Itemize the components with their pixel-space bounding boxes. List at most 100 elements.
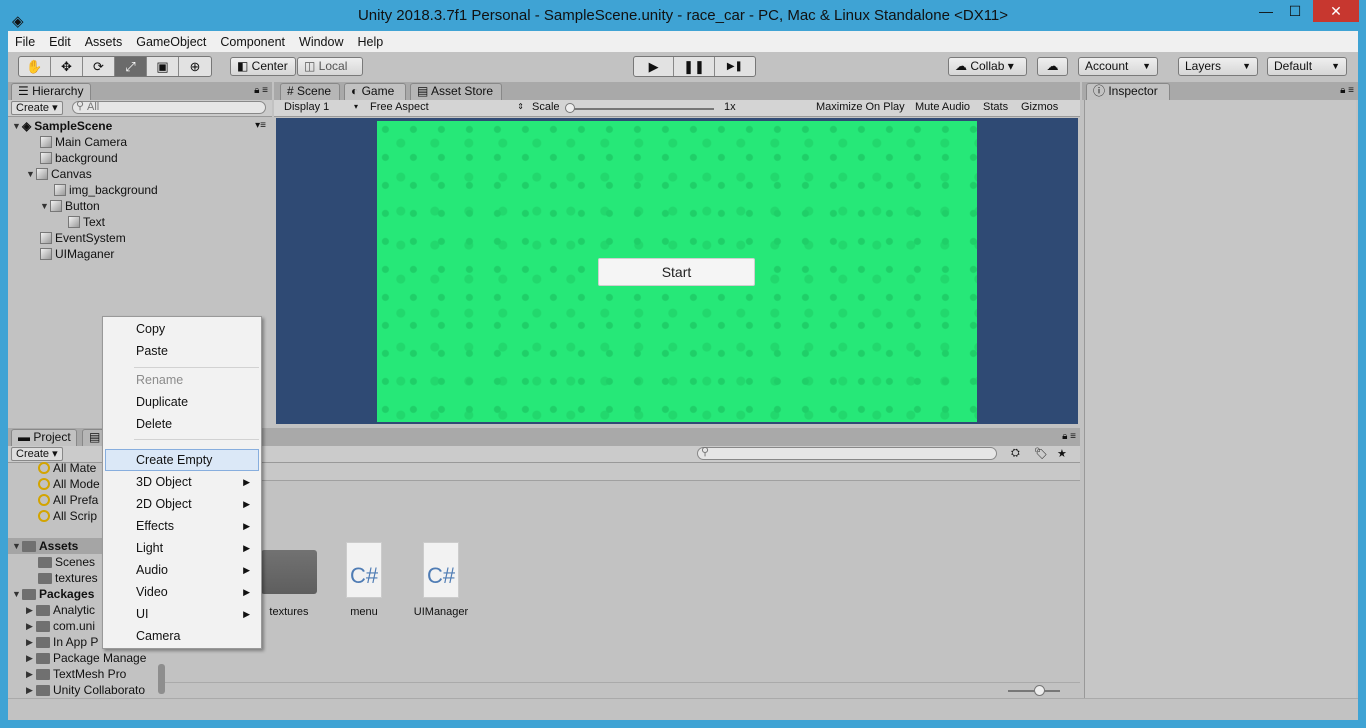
close-button[interactable]: ✕ [1313, 0, 1359, 22]
menu-gameobject[interactable]: GameObject [129, 35, 213, 49]
menu-component[interactable]: Component [213, 35, 292, 49]
asset-folder-textures[interactable]: textures [258, 550, 320, 618]
display-dropdown[interactable]: Display 1 ▾ [280, 101, 360, 115]
menu-edit[interactable]: Edit [42, 35, 78, 49]
asset-script-menu[interactable]: C# menu [334, 542, 394, 618]
menu-help[interactable]: Help [350, 35, 390, 49]
collapse-arrow-icon[interactable]: ▶ [26, 634, 36, 650]
scene-row[interactable]: ▼ ◈ SampleScene ▾≡ [12, 118, 270, 134]
favorite-item[interactable]: All Prefa [38, 492, 98, 508]
expand-arrow-icon[interactable]: ▼ [26, 166, 36, 182]
step-button[interactable]: ▶❚ [715, 57, 755, 76]
stats-toggle[interactable]: Stats [983, 101, 1008, 113]
asset-folder-item[interactable]: textures [38, 570, 98, 586]
expand-arrow-icon[interactable]: ▼ [12, 538, 22, 554]
menu-assets[interactable]: Assets [78, 35, 130, 49]
scene-options-icon[interactable]: ▾≡ [255, 118, 266, 134]
hand-tool-icon[interactable]: ✋ [19, 57, 51, 76]
hierarchy-item[interactable]: ▼ Canvas [26, 166, 92, 182]
layout-dropdown[interactable]: Default ▼ [1267, 57, 1347, 76]
menu-item-ui[interactable]: UI ▶ [105, 603, 259, 625]
rect-tool-icon[interactable]: ▣ [147, 57, 179, 76]
hierarchy-item[interactable]: background [40, 150, 118, 166]
pivot-toggle[interactable]: ◧ Center [230, 57, 296, 76]
menu-item-delete[interactable]: Delete [105, 413, 259, 435]
lock-icon[interactable]: 🔒︎ ≡ [254, 85, 268, 96]
hierarchy-item[interactable]: ▼ Button [40, 198, 100, 214]
icon-size-slider-handle[interactable] [1034, 685, 1045, 696]
cloud-button[interactable]: ☁ [1037, 57, 1068, 76]
account-dropdown[interactable]: Account ▼ [1078, 57, 1158, 76]
menu-item-copy[interactable]: Copy [105, 318, 259, 340]
hierarchy-item[interactable]: Main Camera [40, 134, 127, 150]
lock-icon[interactable]: 🔒︎ ≡ [1062, 431, 1076, 442]
transform-tool-icon[interactable]: ⊕ [179, 57, 211, 76]
menu-item-paste[interactable]: Paste [105, 340, 259, 362]
menu-window[interactable]: Window [292, 35, 350, 49]
hierarchy-item[interactable]: img_background [54, 182, 158, 198]
pause-button[interactable]: ❚❚ [674, 57, 715, 76]
tab-scene[interactable]: # Scene [280, 83, 340, 100]
collapse-arrow-icon[interactable]: ▶ [26, 602, 36, 618]
menu-item-duplicate[interactable]: Duplicate [105, 391, 259, 413]
tab-asset-store[interactable]: ▤ Asset Store [410, 83, 502, 100]
collab-button[interactable]: ☁ Collab ▾ [948, 57, 1027, 76]
filter-type-icon[interactable]: ⛭ [1011, 447, 1020, 460]
scale-slider-track[interactable] [568, 108, 714, 110]
menu-item-light[interactable]: Light ▶ [105, 537, 259, 559]
project-search-input[interactable]: ⚲ [697, 447, 997, 460]
tab-hierarchy[interactable]: ☰ Hierarchy [11, 83, 91, 100]
favorite-item[interactable]: All Mode [38, 476, 100, 492]
expand-arrow-icon[interactable]: ▼ [40, 198, 50, 214]
package-item[interactable]: ▶ TextMesh Pro [26, 666, 126, 682]
packages-folder[interactable]: ▼ Packages [12, 586, 94, 602]
tab-inspector[interactable]: ⓘ Inspector [1086, 83, 1170, 100]
package-item[interactable]: ▶ com.uni [26, 618, 95, 634]
expand-arrow-icon[interactable]: ▼ [12, 586, 22, 602]
hierarchy-search-input[interactable]: ⚲ All [72, 101, 266, 114]
asset-folder-item[interactable]: Scenes [38, 554, 95, 570]
expand-arrow-icon[interactable]: ▼ [12, 118, 22, 134]
tree-scrollbar[interactable] [158, 664, 165, 694]
hierarchy-create-button[interactable]: Create ▾ [11, 101, 63, 115]
asset-script-uimanager[interactable]: C# UIManager [406, 542, 476, 618]
package-item[interactable]: ▶ Analytic [26, 602, 95, 618]
space-toggle[interactable]: ◫ Local [297, 57, 363, 76]
start-button[interactable]: Start [598, 258, 755, 286]
minimize-button[interactable]: — [1250, 0, 1282, 22]
package-item[interactable]: ▶ Unity Collaborato [26, 682, 145, 698]
project-create-button[interactable]: Create ▾ [11, 447, 63, 461]
rotate-tool-icon[interactable]: ⟳ [83, 57, 115, 76]
maximize-button[interactable]: ☐ [1279, 0, 1311, 22]
hierarchy-item[interactable]: Text [68, 214, 105, 230]
collapse-arrow-icon[interactable]: ▶ [26, 682, 36, 698]
menu-item-effects[interactable]: Effects ▶ [105, 515, 259, 537]
favorite-item[interactable]: All Mate [38, 460, 96, 476]
star-icon[interactable]: ★ [1057, 447, 1067, 460]
play-button[interactable]: ▶ [634, 57, 675, 76]
layers-dropdown[interactable]: Layers ▼ [1178, 57, 1258, 76]
hierarchy-item[interactable]: UIMaganer [40, 246, 114, 262]
lock-icon[interactable]: 🔒︎ ≡ [1340, 85, 1354, 96]
aspect-dropdown[interactable]: Free Aspect ⇕ [366, 101, 526, 115]
menu-file[interactable]: File [8, 35, 42, 49]
tab-project[interactable]: ▬ Project [11, 429, 77, 446]
collapse-arrow-icon[interactable]: ▶ [26, 618, 36, 634]
package-item[interactable]: ▶ In App P [26, 634, 98, 650]
move-tool-icon[interactable]: ✥ [51, 57, 83, 76]
menu-item-3d-object[interactable]: 3D Object ▶ [105, 471, 259, 493]
hierarchy-item[interactable]: EventSystem [40, 230, 126, 246]
menu-item-2d-object[interactable]: 2D Object ▶ [105, 493, 259, 515]
package-item[interactable]: ▶ Package Manage [26, 650, 146, 666]
menu-item-camera[interactable]: Camera [105, 625, 259, 647]
collapse-arrow-icon[interactable]: ▶ [26, 666, 36, 682]
scale-tool-icon[interactable]: ⤢ [115, 57, 147, 76]
scale-slider-handle[interactable] [565, 103, 575, 113]
tag-icon[interactable]: 🏷︎ [1034, 447, 1048, 460]
maximize-on-play-toggle[interactable]: Maximize On Play [816, 101, 905, 113]
mute-audio-toggle[interactable]: Mute Audio [915, 101, 970, 113]
favorite-item[interactable]: All Scrip [38, 508, 97, 524]
tab-game[interactable]: ◐ Game [344, 83, 406, 100]
game-viewport[interactable]: Start [276, 118, 1078, 424]
gizmos-dropdown[interactable]: Gizmos [1021, 101, 1058, 113]
